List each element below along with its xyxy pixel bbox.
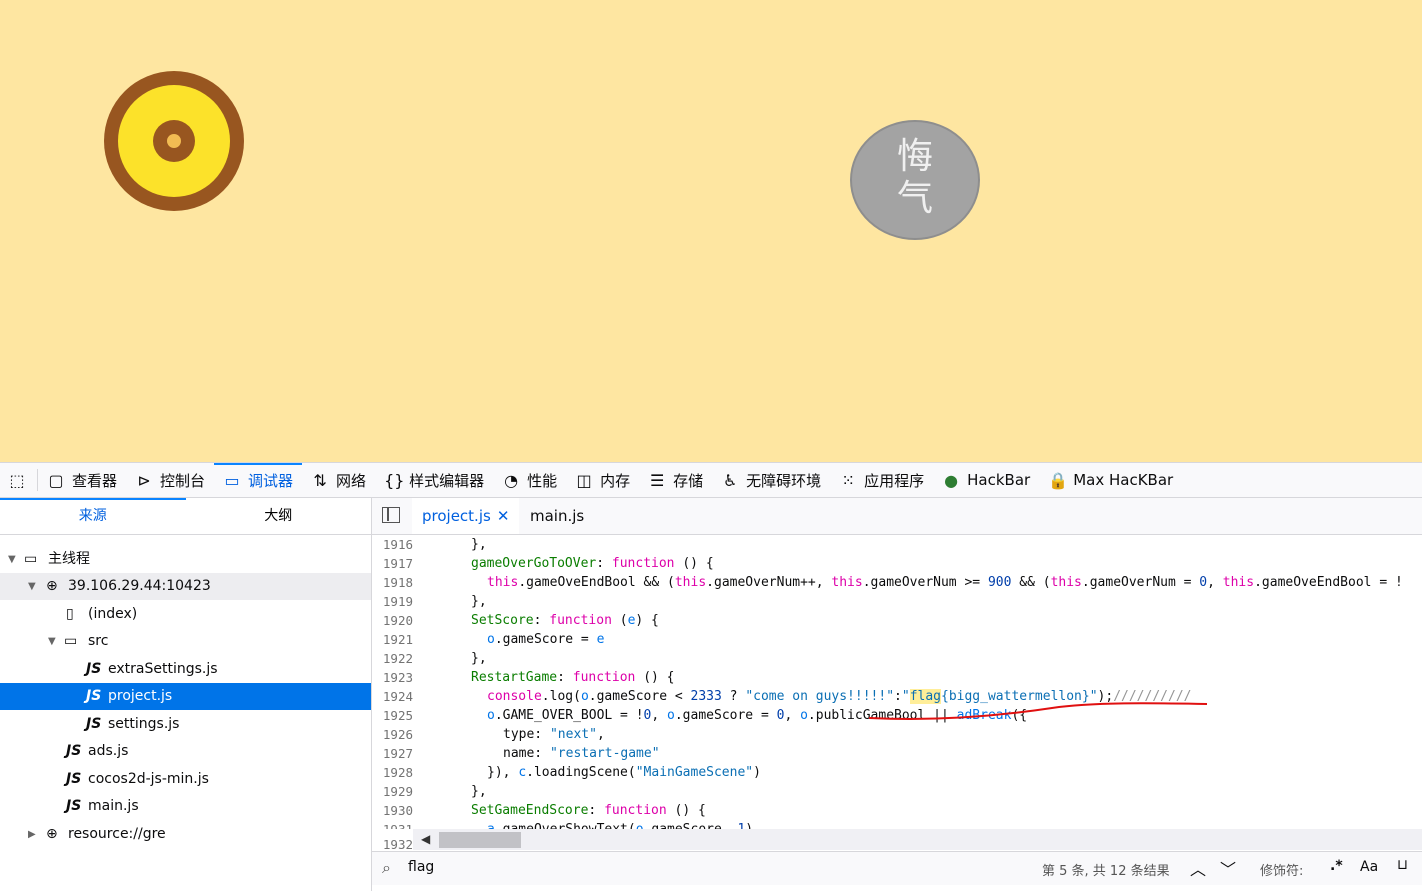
search-bar: ⌕ flag 第 5 条, 共 12 条结果 ︿ ﹀ 修饰符: .* Aa ⊔ <box>372 851 1422 885</box>
close-icon[interactable]: ✕ <box>497 507 510 525</box>
tab-memory[interactable]: ◫ 内存 <box>566 463 639 497</box>
tab-network[interactable]: ⇅ 网络 <box>302 463 375 497</box>
tab-application[interactable]: ⁙ 应用程序 <box>830 463 933 497</box>
search-input[interactable]: flag <box>408 859 434 875</box>
regex-toggle[interactable]: .* <box>1330 858 1343 874</box>
collapse-arrow-icon: ▶ <box>28 829 36 840</box>
storage-icon: ☰ <box>649 470 665 490</box>
tab-console[interactable]: ⊳ 控制台 <box>126 463 214 497</box>
tab-sources[interactable]: 来源 <box>0 498 186 534</box>
debugger-icon: ▭ <box>224 470 240 490</box>
accessibility-icon: ♿ <box>722 470 738 490</box>
tab-inspector[interactable]: ▢ 查看器 <box>38 463 126 497</box>
tree-file-ads[interactable]: JS ads.js <box>0 738 371 765</box>
whole-word-toggle-icon[interactable]: ⊔ <box>1397 857 1408 873</box>
expand-arrow-icon: ▼ <box>28 581 36 592</box>
next-result-icon[interactable]: ﹀ <box>1220 856 1236 880</box>
toggle-sidebar-icon[interactable] <box>382 507 400 523</box>
performance-icon: ◔ <box>504 470 519 490</box>
huiqi-label-1: 悔 <box>896 136 933 177</box>
style-editor-icon: {} <box>384 470 405 490</box>
element-picker-button[interactable]: ⬚ <box>0 469 38 491</box>
tab-debugger[interactable]: ▭ 调试器 <box>214 463 303 497</box>
network-icon: ⇅ <box>313 470 327 490</box>
scroll-left-icon[interactable]: ◀ <box>421 829 430 850</box>
tree-file-settings[interactable]: JS settings.js <box>0 711 371 738</box>
window-icon: ▭ <box>24 551 38 567</box>
js-file-icon: JS <box>66 771 82 787</box>
js-file-icon: JS <box>86 688 102 704</box>
tab-outline[interactable]: 大纲 <box>186 498 372 534</box>
huiqi-label-2: 气 <box>896 178 933 219</box>
tree-file-extrasettings[interactable]: JS extraSettings.js <box>0 656 371 683</box>
editor-panel: project.js ✕ main.js 1916}, 1917 gameOverG… <box>372 498 1422 891</box>
tree-index[interactable]: ▯ (index) <box>0 601 371 628</box>
js-file-icon: JS <box>86 661 102 677</box>
tab-storage[interactable]: ☰ 存储 <box>639 463 712 497</box>
tree-file-main[interactable]: JS main.js <box>0 793 371 820</box>
tab-accessibility[interactable]: ♿ 无障碍环境 <box>712 463 830 497</box>
pick-icon: ⬚ <box>9 470 25 490</box>
expand-arrow-icon: ▼ <box>8 554 16 565</box>
tab-max-hackbar[interactable]: 🔒 Max HacKBar <box>1039 463 1182 497</box>
hackbar-icon: ● <box>944 470 959 490</box>
search-icon: ⌕ <box>382 858 391 877</box>
js-file-icon: JS <box>86 716 102 732</box>
tab-style-editor[interactable]: {} 样式编辑器 <box>375 463 493 497</box>
search-result-count: 第 5 条, 共 12 条结果 <box>1042 864 1170 879</box>
js-file-icon: JS <box>66 798 82 814</box>
modifiers-label: 修饰符: <box>1260 864 1304 879</box>
js-file-icon: JS <box>66 743 82 759</box>
case-sensitive-toggle[interactable]: Aa <box>1360 859 1378 875</box>
memory-icon: ◫ <box>576 470 592 490</box>
application-icon: ⁙ <box>841 470 855 490</box>
editor-tab-main[interactable]: main.js <box>520 498 594 534</box>
scrollbar-thumb[interactable] <box>439 832 521 848</box>
coin-sprite <box>104 71 244 211</box>
folder-icon: ▭ <box>64 633 78 649</box>
tree-file-cocos2d[interactable]: JS cocos2d-js-min.js <box>0 766 371 793</box>
tab-performance[interactable]: ◔ 性能 <box>493 463 566 497</box>
inspector-icon: ▢ <box>48 470 64 490</box>
devtools-toolbar: ⬚ ▢ 查看器 ⊳ 控制台 ▭ 调试器 ⇅ 网络 {} 样式编辑器 ◔ 性能 ◫ 内存 ☰ 存储… <box>0 462 1422 498</box>
tree-resource[interactable]: ▶ ⊕ resource://gre <box>0 821 371 848</box>
globe-icon: ⊕ <box>46 826 58 842</box>
huiqi-button[interactable]: 悔 气 <box>850 120 980 240</box>
game-canvas[interactable]: 悔 气 <box>0 0 1422 462</box>
max-hackbar-icon: 🔒 <box>1048 470 1069 490</box>
tab-hackbar[interactable]: ● HackBar <box>933 463 1039 497</box>
previous-result-icon[interactable]: ︿ <box>1190 856 1206 880</box>
sources-panel: 来源 大纲 ▼ ▭ 主线程 ▼ ⊕ 39.106.29.44:10423 ▯ (… <box>0 498 372 891</box>
tree-file-project[interactable]: JS project.js <box>0 683 371 710</box>
expand-arrow-icon: ▼ <box>48 636 56 647</box>
tree-src-folder[interactable]: ▼ ▭ src <box>0 628 371 655</box>
horizontal-scrollbar[interactable]: ◀ <box>413 829 1422 850</box>
globe-icon: ⊕ <box>46 578 58 594</box>
console-icon: ⊳ <box>137 470 151 490</box>
tree-main-thread[interactable]: ▼ ▭ 主线程 <box>0 546 371 573</box>
code-editor[interactable]: 1916}, 1917 gameOverGoToOVer: function ()… <box>372 535 1422 829</box>
tree-host[interactable]: ▼ ⊕ 39.106.29.44:10423 <box>0 573 371 600</box>
editor-tab-project[interactable]: project.js ✕ <box>412 498 520 534</box>
file-icon: ▯ <box>66 606 74 622</box>
